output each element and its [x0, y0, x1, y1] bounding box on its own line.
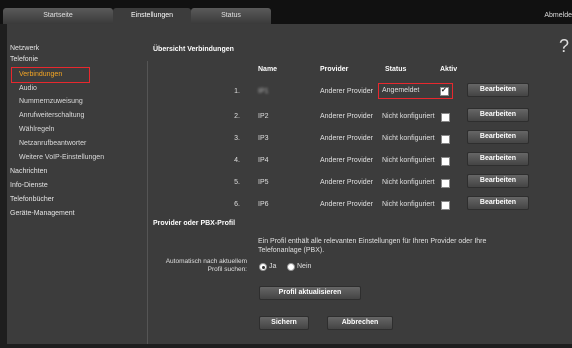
edit-button[interactable]: Bearbeiten	[467, 174, 529, 188]
connection-status: Nicht konfiguriert	[382, 135, 435, 142]
content-panel: ? Netzwerk Telefonie Verbindungen Audio …	[7, 24, 572, 344]
edit-button[interactable]: Bearbeiten	[467, 108, 529, 122]
sidebar-item-telefonbuecher[interactable]: Telefonbücher	[10, 196, 54, 203]
connection-provider: Anderer Provider	[320, 157, 373, 164]
radio-no-label: Nein	[297, 263, 312, 270]
connection-name: IP5	[258, 179, 269, 186]
auto-search-label: Automatisch nach aktuellem Profil suchen…	[165, 258, 247, 273]
page-title: Übersicht Verbindungen	[153, 46, 234, 53]
connection-provider: Anderer Provider	[320, 88, 373, 95]
tab-startseite[interactable]: Startseite	[3, 8, 113, 24]
connection-name: IP3	[258, 135, 269, 142]
sidebar-item-geraete-management[interactable]: Geräte-Management	[10, 210, 75, 217]
update-profile-button[interactable]: Profil aktualisieren	[259, 286, 361, 300]
edit-button[interactable]: Bearbeiten	[467, 152, 529, 166]
connection-status: Nicht konfiguriert	[382, 179, 435, 186]
active-checkbox[interactable]	[441, 179, 450, 188]
edit-button[interactable]: Bearbeiten	[467, 196, 529, 210]
cancel-button[interactable]: Abbrechen	[327, 316, 393, 330]
edit-button[interactable]: Bearbeiten	[467, 83, 529, 97]
top-bar: Startseite Einstellungen Status Abmelde	[0, 0, 572, 24]
active-checkbox[interactable]	[441, 113, 450, 122]
sidebar-item-waehlregeln[interactable]: Wählregeln	[19, 126, 54, 133]
active-checkbox[interactable]	[440, 86, 449, 96]
profile-heading: Provider oder PBX-Profil	[153, 220, 236, 227]
sidebar-item-weitere-voip[interactable]: Weitere VoIP-Einstellungen	[19, 154, 104, 161]
radio-yes-label: Ja	[269, 263, 277, 270]
column-header-status: Status	[385, 66, 407, 73]
sidebar-item-nachrichten[interactable]: Nachrichten	[10, 168, 47, 175]
row-number: 1.	[234, 88, 240, 95]
row-number: 4.	[234, 157, 240, 164]
sidebar-item-info-dienste[interactable]: Info-Dienste	[10, 182, 48, 189]
sidebar-item-netzwerk[interactable]: Netzwerk	[10, 45, 39, 52]
row-number: 2.	[234, 113, 240, 120]
active-checkbox[interactable]	[441, 135, 450, 144]
sidebar-item-audio[interactable]: Audio	[19, 85, 37, 92]
connection-name: IP6	[258, 201, 269, 208]
logout-link[interactable]: Abmelde	[544, 12, 572, 19]
connection-name: IP1	[258, 88, 269, 95]
active-checkbox[interactable]	[441, 201, 450, 210]
edit-button[interactable]: Bearbeiten	[467, 130, 529, 144]
connection-status: Nicht konfiguriert	[382, 157, 435, 164]
row-number: 6.	[234, 201, 240, 208]
connection-provider: Anderer Provider	[320, 135, 373, 142]
radio-yes[interactable]	[259, 263, 267, 271]
connection-status: Nicht konfiguriert	[382, 113, 435, 120]
sidebar-divider	[147, 61, 148, 344]
column-header-name: Name	[258, 66, 278, 73]
column-header-provider: Provider	[320, 66, 349, 73]
tab-einstellungen[interactable]: Einstellungen	[113, 8, 191, 24]
connection-provider: Anderer Provider	[320, 179, 373, 186]
connection-status: Nicht konfiguriert	[382, 201, 435, 208]
row-number: 5.	[234, 179, 240, 186]
sidebar-item-nummernzuweisung[interactable]: Nummernzuweisung	[19, 98, 83, 105]
connection-name: IP4	[258, 157, 269, 164]
sidebar-item-verbindungen[interactable]: Verbindungen	[19, 71, 62, 78]
radio-no[interactable]	[287, 263, 295, 271]
connection-provider: Anderer Provider	[320, 201, 373, 208]
row-number: 3.	[234, 135, 240, 142]
sidebar-item-netzanrufbeantworter[interactable]: Netzanrufbeantworter	[19, 140, 86, 147]
profile-description: Ein Profil enthält alle relevanten Einst…	[258, 238, 487, 254]
help-icon[interactable]: ?	[559, 36, 569, 57]
connection-status: Angemeldet	[382, 87, 420, 94]
column-header-active: Aktiv	[440, 66, 458, 73]
connection-name: IP2	[258, 113, 269, 120]
save-button[interactable]: Sichern	[259, 316, 309, 330]
tab-status[interactable]: Status	[191, 8, 271, 24]
connection-provider: Anderer Provider	[320, 113, 373, 120]
sidebar-item-anrufweiterschaltung[interactable]: Anrufweiterschaltung	[19, 112, 84, 119]
sidebar-item-telefonie[interactable]: Telefonie	[10, 56, 38, 63]
active-checkbox[interactable]	[441, 157, 450, 166]
